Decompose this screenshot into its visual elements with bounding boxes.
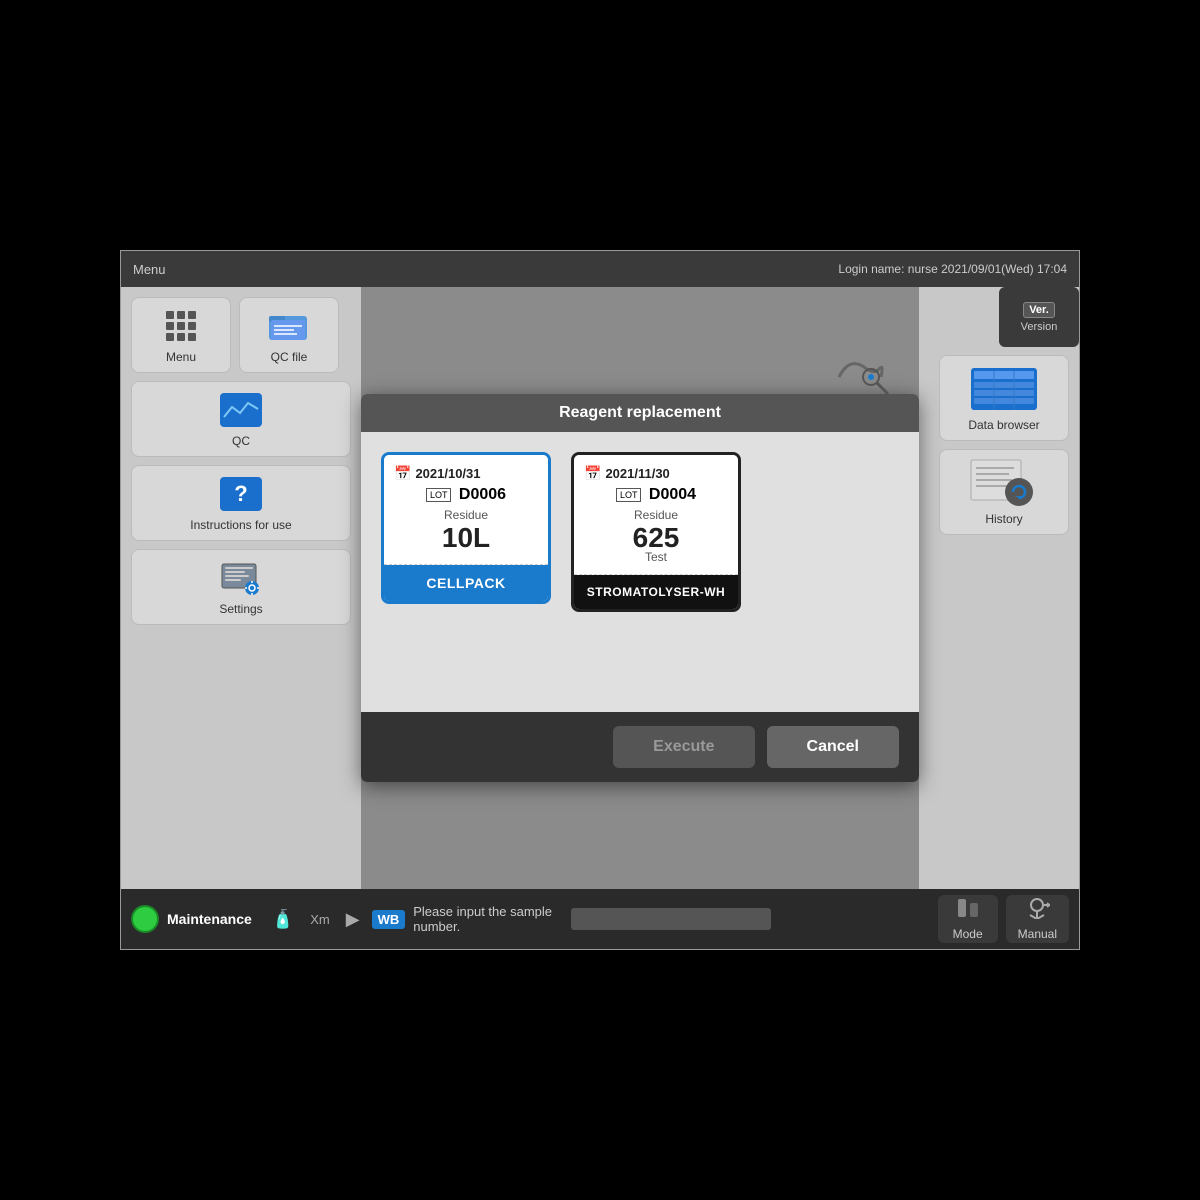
stromatolyser-name: STROMATOLYSER-WH (574, 575, 738, 609)
modal-body: 📅 2021/10/31 LOT D0006 Residue 10L (361, 432, 919, 712)
version-label: Version (1021, 321, 1058, 333)
topbar-info: Login name: nurse 2021/09/01(Wed) 17:04 (838, 262, 1067, 276)
sidebar: Menu QC file (121, 287, 361, 889)
sidebar-item-menu[interactable]: Menu (131, 297, 231, 373)
settings-icon (216, 558, 266, 598)
mode-icon (956, 897, 980, 925)
sidebar-item-qcfile[interactable]: QC file (239, 297, 339, 373)
lot-badge-strom: LOT (616, 488, 642, 502)
status-indicator (131, 905, 159, 933)
history-icon (969, 458, 1039, 508)
chart-icon (216, 390, 266, 430)
grid-icon (156, 306, 206, 346)
cellpack-residue-value: 10L (394, 522, 538, 554)
execute-button[interactable]: Execute (613, 726, 754, 768)
version-button[interactable]: Ver. Version (999, 287, 1079, 347)
cellpack-residue-label: Residue (394, 508, 538, 522)
xm-icon: Xm (306, 910, 334, 929)
table-icon (969, 364, 1039, 414)
version-badge: Ver. (1023, 302, 1055, 318)
stromatolyser-lot: D0004 (649, 486, 696, 503)
barcode-scanner-icon (829, 394, 889, 407)
stromatolyser-date: 📅 2021/11/30 (584, 465, 728, 482)
lot-badge-cellpack: LOT (426, 488, 452, 502)
folder-icon (264, 306, 314, 346)
cellpack-lot: D0006 (459, 486, 506, 503)
modal-overlay: Reagent replacement 📅 2021/10/31 LOT (361, 287, 919, 889)
sidebar-top-row: Menu QC file (131, 297, 351, 373)
arrow-icon: ▶ (342, 907, 364, 932)
cellpack-info: 📅 2021/10/31 LOT D0006 Residue 10L (384, 455, 548, 565)
sidebar-item-qc[interactable]: QC (131, 381, 351, 457)
mode-label: Mode (953, 927, 983, 941)
sidebar-item-settings[interactable]: Settings (131, 549, 351, 625)
stromatolyser-info: 📅 2021/11/30 LOT D0004 Residue 625 Test (574, 455, 738, 575)
barcode-scanner-area (829, 394, 889, 407)
sidebar-settings-label: Settings (219, 602, 262, 616)
sidebar-item-history[interactable]: History (939, 449, 1069, 535)
manual-icon (1024, 897, 1050, 925)
status-message: Please input the sample number. (413, 904, 563, 934)
topbar: Menu Login name: nurse 2021/09/01(Wed) 1… (121, 251, 1079, 287)
data-browser-label: Data browser (968, 418, 1039, 432)
bottle-icon: 🧴 (268, 907, 298, 932)
sidebar-qc-label: QC (232, 434, 250, 448)
right-sidebar: Ver. Version Data browser (919, 287, 1079, 889)
reagent-card-cellpack[interactable]: 📅 2021/10/31 LOT D0006 Residue 10L (381, 452, 551, 604)
center-area: Reagent replacement 📅 2021/10/31 LOT (361, 287, 919, 889)
calendar-icon-2: 📅 (584, 465, 601, 482)
reagent-card-stromatolyser[interactable]: 📅 2021/11/30 LOT D0004 Residue 625 Test (571, 452, 741, 612)
main-area: Menu QC file (121, 287, 1079, 889)
sidebar-instructions-label: Instructions for use (190, 518, 291, 532)
modal-footer: Execute Cancel (361, 712, 919, 782)
cancel-button[interactable]: Cancel (767, 726, 899, 768)
modal-dialog: Reagent replacement 📅 2021/10/31 LOT (361, 394, 919, 782)
sidebar-qcfile-label: QC file (271, 350, 308, 364)
help-icon: ? (216, 474, 266, 514)
topbar-menu-label: Menu (133, 262, 166, 277)
mode-button[interactable]: Mode (938, 895, 998, 943)
stromatolyser-residue-unit: Test (584, 550, 728, 564)
sidebar-item-instructions[interactable]: ? Instructions for use (131, 465, 351, 541)
history-label: History (985, 512, 1022, 526)
cellpack-name: CELLPACK (384, 565, 548, 601)
calendar-icon: 📅 (394, 465, 411, 482)
sidebar-item-data-browser[interactable]: Data browser (939, 355, 1069, 441)
manual-button[interactable]: Manual (1006, 895, 1069, 943)
sidebar-menu-label: Menu (166, 350, 196, 364)
maintenance-label: Maintenance (167, 911, 252, 927)
manual-label: Manual (1018, 927, 1057, 941)
sample-input-bar (571, 908, 771, 930)
stromatolyser-residue-label: Residue (584, 508, 728, 522)
wb-badge: WB (372, 910, 406, 929)
cellpack-date: 📅 2021/10/31 (394, 465, 538, 482)
bottombar: Maintenance 🧴 Xm ▶ WB Please input the s… (121, 889, 1079, 949)
